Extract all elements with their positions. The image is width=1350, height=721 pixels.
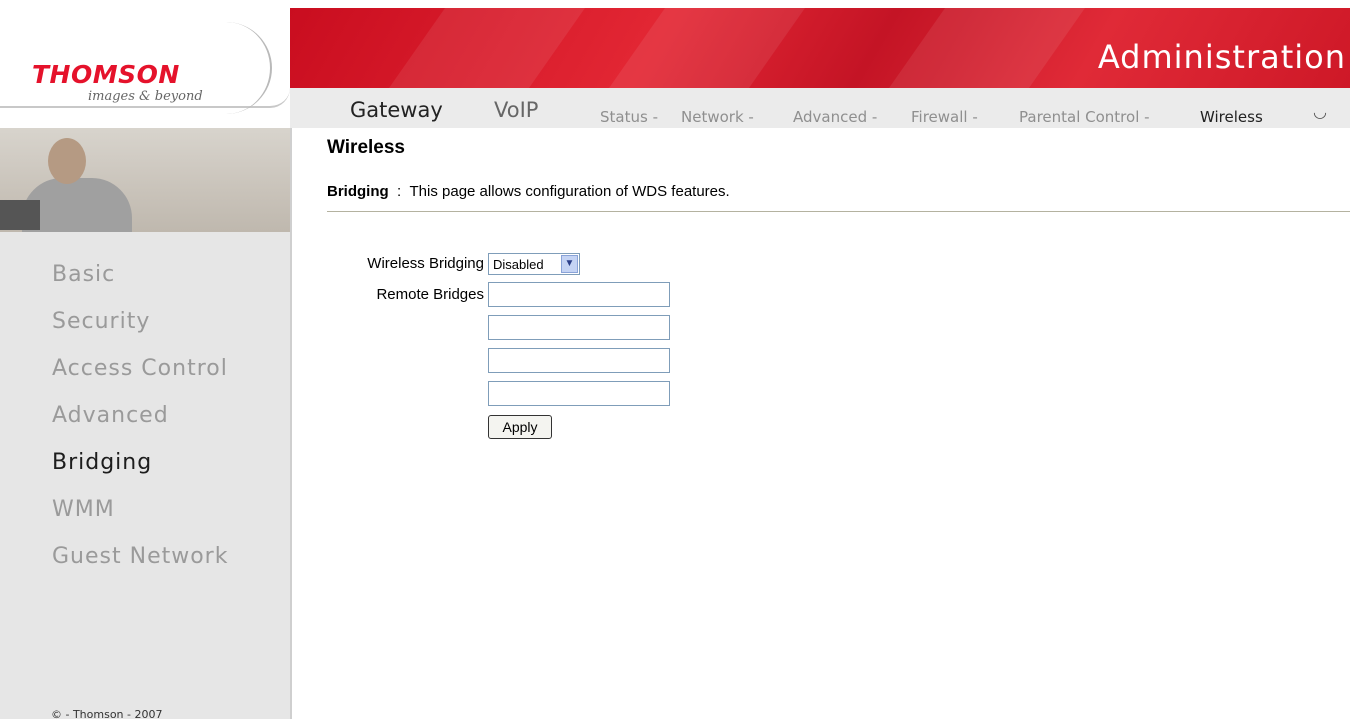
remote-bridge-input-4[interactable] bbox=[488, 381, 670, 406]
subnav-parental-control[interactable]: Parental Control - bbox=[1019, 108, 1150, 126]
page-title: Wireless bbox=[327, 137, 405, 158]
sidebar-item-advanced[interactable]: Advanced bbox=[52, 401, 290, 448]
subnav-firewall[interactable]: Firewall - bbox=[911, 108, 978, 126]
content-divider bbox=[327, 211, 1350, 212]
sidebar-border bbox=[290, 128, 292, 719]
subnav-advanced[interactable]: Advanced - bbox=[793, 108, 877, 126]
remote-bridge-input-2[interactable] bbox=[488, 315, 670, 340]
nav-gateway[interactable]: Gateway bbox=[350, 98, 443, 122]
header-banner: Administration bbox=[290, 8, 1350, 88]
sidebar-menu: Basic Security Access Control Advanced B… bbox=[0, 260, 290, 589]
page-description: Bridging : This page allows configuratio… bbox=[327, 183, 730, 200]
sidebar-item-access-control[interactable]: Access Control bbox=[52, 354, 290, 401]
sidebar-item-wmm[interactable]: WMM bbox=[52, 495, 290, 542]
logo-tagline: images & beyond bbox=[88, 89, 203, 104]
page-header-title: Administration bbox=[1097, 38, 1346, 76]
sidebar-item-bridging[interactable]: Bridging bbox=[52, 448, 290, 495]
loading-spinner-icon: ◡ bbox=[1313, 102, 1327, 121]
chevron-down-icon[interactable]: ▼ bbox=[561, 255, 578, 273]
sidebar-item-security[interactable]: Security bbox=[52, 307, 290, 354]
wireless-bridging-select[interactable]: Disabled ▼ bbox=[488, 253, 580, 275]
top-nav: Gateway VoIP Status - Network - Advanced… bbox=[290, 88, 1350, 128]
wireless-bridging-value: Disabled bbox=[493, 257, 544, 272]
sidebar: Basic Security Access Control Advanced B… bbox=[0, 128, 290, 719]
remote-bridge-input-1[interactable] bbox=[488, 282, 670, 307]
section-separator: : bbox=[397, 183, 402, 200]
sidebar-item-guest-network[interactable]: Guest Network bbox=[52, 542, 290, 589]
thomson-logo: THOMSON bbox=[32, 60, 180, 89]
subnav-status[interactable]: Status - bbox=[600, 108, 658, 126]
nav-voip[interactable]: VoIP bbox=[494, 98, 538, 122]
logo-panel: THOMSON images & beyond bbox=[0, 8, 290, 126]
copyright-text: © - Thomson - 2007 bbox=[51, 708, 163, 721]
apply-button[interactable]: Apply bbox=[488, 415, 552, 439]
subnav-network[interactable]: Network - bbox=[681, 108, 754, 126]
section-description: This page allows configuration of WDS fe… bbox=[409, 183, 730, 200]
sidebar-item-basic[interactable]: Basic bbox=[52, 260, 290, 307]
subnav-wireless[interactable]: Wireless bbox=[1200, 108, 1263, 126]
remote-bridge-input-3[interactable] bbox=[488, 348, 670, 373]
sidebar-photo bbox=[0, 128, 290, 232]
remote-bridges-label: Remote Bridges bbox=[376, 286, 484, 303]
section-name: Bridging bbox=[327, 183, 389, 200]
wireless-bridging-label: Wireless Bridging bbox=[367, 255, 484, 272]
